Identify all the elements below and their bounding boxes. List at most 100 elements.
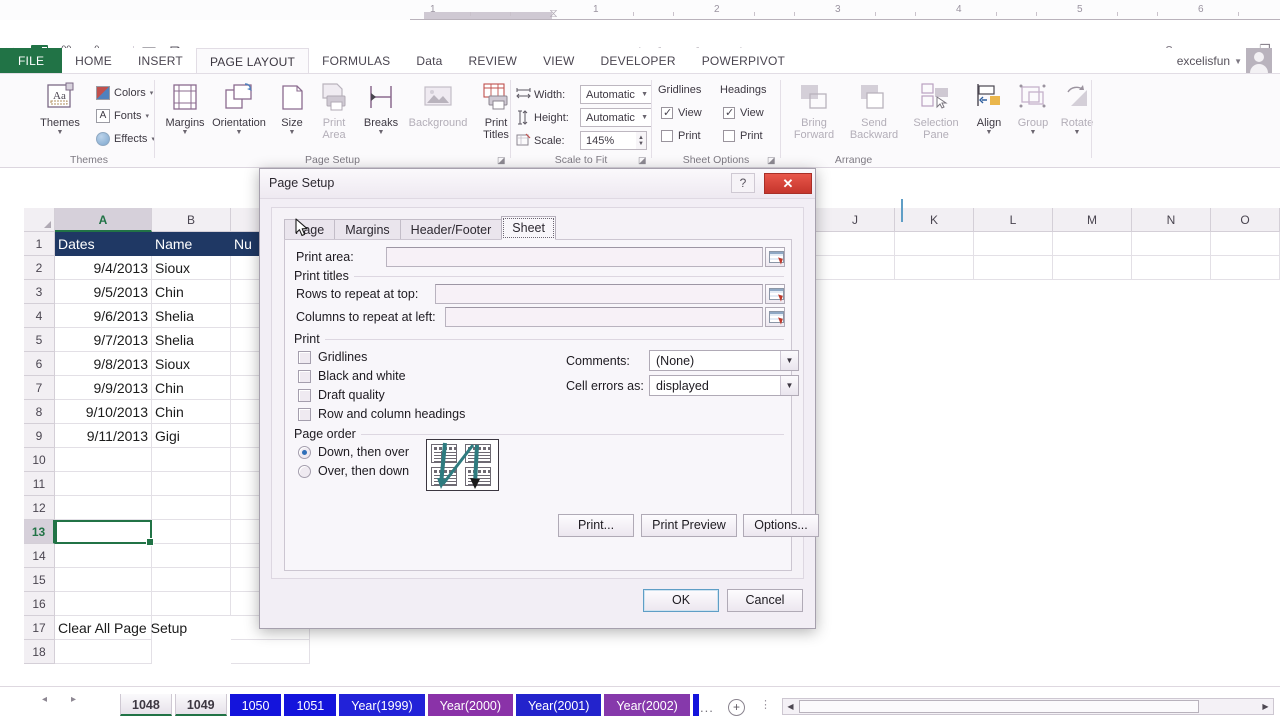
chevron-down-icon[interactable]: ▼ bbox=[1030, 129, 1037, 136]
cell-a16[interactable] bbox=[55, 592, 152, 616]
scrollbar-thumb[interactable] bbox=[799, 700, 1199, 713]
cell-b8[interactable]: Chin bbox=[152, 400, 231, 424]
sheet-tab-partial[interactable] bbox=[693, 694, 699, 716]
cols-repeat-input[interactable] bbox=[445, 307, 763, 327]
cell-a12[interactable] bbox=[55, 496, 152, 520]
dialog-help-button[interactable]: ? bbox=[731, 173, 755, 193]
cell-b6[interactable]: Sioux bbox=[152, 352, 231, 376]
row-header-3[interactable]: 3 bbox=[24, 280, 55, 304]
column-header-l[interactable]: L bbox=[974, 208, 1053, 232]
page-setup-dialog-launcher-icon[interactable]: ◪ bbox=[497, 155, 507, 165]
headings-view-checkbox[interactable]: View bbox=[723, 107, 764, 119]
cols-repeat-range-picker-icon[interactable] bbox=[765, 307, 785, 327]
row-header-16[interactable]: 16 bbox=[24, 592, 55, 616]
dialog-tab-sheet[interactable]: Sheet bbox=[501, 216, 556, 240]
chevron-down-icon[interactable]: ▾ bbox=[146, 113, 150, 120]
tab-review[interactable]: REVIEW bbox=[456, 48, 531, 74]
rows-repeat-range-picker-icon[interactable] bbox=[765, 284, 785, 304]
chevron-down-icon[interactable]: ▼ bbox=[182, 129, 189, 136]
sheet-tab-year-2001[interactable]: Year(2001) bbox=[516, 694, 601, 716]
height-combo[interactable]: Automatic ▼ bbox=[580, 108, 652, 127]
sheet-tab-1048[interactable]: 1048 bbox=[120, 694, 172, 716]
chevron-down-icon[interactable]: ▼ bbox=[236, 129, 243, 136]
selection-pane-button[interactable]: Selection Pane bbox=[905, 82, 967, 141]
row-header-5[interactable]: 5 bbox=[24, 328, 55, 352]
row-header-7[interactable]: 7 bbox=[24, 376, 55, 400]
dialog-tab-margins[interactable]: Margins bbox=[334, 219, 400, 240]
cell-a5[interactable]: 9/7/2013 bbox=[55, 328, 152, 352]
theme-fonts-button[interactable]: A Fonts ▾ bbox=[96, 109, 149, 123]
cell-a2[interactable]: 9/4/2013 bbox=[55, 256, 152, 280]
cell-errors-dropdown[interactable]: displayed ▼ bbox=[649, 375, 799, 396]
group-button[interactable]: Group ▼ bbox=[1011, 82, 1055, 136]
cell-b2[interactable]: Sioux bbox=[152, 256, 231, 280]
cell-a10[interactable] bbox=[55, 448, 152, 472]
ok-button[interactable]: OK bbox=[643, 589, 719, 612]
cell-b16[interactable] bbox=[152, 592, 231, 616]
width-combo[interactable]: Automatic ▼ bbox=[580, 85, 652, 104]
cell-b14[interactable] bbox=[152, 544, 231, 568]
print-area-input[interactable] bbox=[386, 247, 763, 267]
cell-b13[interactable] bbox=[152, 520, 231, 544]
tab-view[interactable]: VIEW bbox=[530, 48, 587, 74]
background-button[interactable]: Background bbox=[402, 82, 474, 129]
gridlines-print-checkbox[interactable]: Print bbox=[661, 130, 701, 142]
tab-split-grip[interactable]: ⋮ bbox=[760, 699, 771, 711]
dialog-tab-header-footer[interactable]: Header/Footer bbox=[400, 219, 503, 240]
cell-a11[interactable] bbox=[55, 472, 152, 496]
tab-insert[interactable]: INSERT bbox=[125, 48, 196, 74]
sheet-tab-year-1999[interactable]: Year(1999) bbox=[339, 694, 424, 716]
column-header-k[interactable]: K bbox=[895, 208, 974, 232]
row-header-11[interactable]: 11 bbox=[24, 472, 55, 496]
print-preview-button[interactable]: Print Preview bbox=[641, 514, 737, 537]
cell-a9[interactable]: 9/11/2013 bbox=[55, 424, 152, 448]
rotate-button[interactable]: Rotate ▼ bbox=[1055, 82, 1099, 136]
chevron-down-icon[interactable]: ▼ bbox=[1074, 129, 1081, 136]
scroll-right-icon[interactable]: ▶ bbox=[1258, 702, 1273, 711]
sheet-tab-year-2000[interactable]: Year(2000) bbox=[428, 694, 513, 716]
dialog-close-button[interactable]: ✕ bbox=[764, 173, 812, 194]
row-header-15[interactable]: 15 bbox=[24, 568, 55, 592]
row-header-8[interactable]: 8 bbox=[24, 400, 55, 424]
select-all-corner[interactable] bbox=[24, 208, 55, 232]
cell-b5[interactable]: Shelia bbox=[152, 328, 231, 352]
theme-colors-button[interactable]: Colors ▾ bbox=[96, 86, 153, 100]
cell-a13[interactable] bbox=[55, 520, 152, 544]
chevron-down-icon[interactable]: ▼ bbox=[378, 129, 385, 136]
chevron-down-icon[interactable]: ▼ bbox=[1234, 57, 1242, 66]
cell-b12[interactable] bbox=[152, 496, 231, 520]
scale-stepper[interactable]: ▲▼ bbox=[636, 131, 647, 150]
row-header-18[interactable]: 18 bbox=[24, 640, 55, 664]
cell-b11[interactable] bbox=[152, 472, 231, 496]
gridlines-view-checkbox[interactable]: View bbox=[661, 107, 702, 119]
row-header-2[interactable]: 2 bbox=[24, 256, 55, 280]
next-sheet-icon[interactable]: ▸ bbox=[71, 694, 76, 705]
row-header-6[interactable]: 6 bbox=[24, 352, 55, 376]
cell-a6[interactable]: 9/8/2013 bbox=[55, 352, 152, 376]
sheet-tab-1050[interactable]: 1050 bbox=[230, 694, 282, 716]
themes-button[interactable]: Aa Themes ▼ bbox=[32, 82, 88, 136]
scale-value-field[interactable]: 145% bbox=[580, 131, 636, 150]
row-header-4[interactable]: 4 bbox=[24, 304, 55, 328]
account-name[interactable]: excelisfun bbox=[1177, 54, 1230, 68]
row-header-9[interactable]: 9 bbox=[24, 424, 55, 448]
over-then-down-radio[interactable]: Over, then down bbox=[298, 464, 409, 478]
cell-a3[interactable]: 9/5/2013 bbox=[55, 280, 152, 304]
cell-a15[interactable] bbox=[55, 568, 152, 592]
cell-b3[interactable]: Chin bbox=[152, 280, 231, 304]
gridlines-checkbox[interactable]: Gridlines bbox=[298, 350, 367, 364]
column-header-n[interactable]: N bbox=[1132, 208, 1211, 232]
cell-b4[interactable]: Shelia bbox=[152, 304, 231, 328]
row-header-10[interactable]: 10 bbox=[24, 448, 55, 472]
comments-dropdown[interactable]: (None) ▼ bbox=[649, 350, 799, 371]
cell-a14[interactable] bbox=[55, 544, 152, 568]
cell-b1[interactable]: Name bbox=[152, 232, 231, 256]
print-button[interactable]: Print... bbox=[558, 514, 634, 537]
size-button[interactable]: Size ▼ bbox=[272, 82, 312, 136]
chevron-down-icon[interactable]: ▼ bbox=[986, 129, 993, 136]
cell-b10[interactable] bbox=[152, 448, 231, 472]
theme-effects-button[interactable]: Effects ▾ bbox=[96, 132, 155, 146]
column-header-m[interactable]: M bbox=[1053, 208, 1132, 232]
print-area-range-picker-icon[interactable] bbox=[765, 247, 785, 267]
row-column-headings-checkbox[interactable]: Row and column headings bbox=[298, 407, 465, 421]
